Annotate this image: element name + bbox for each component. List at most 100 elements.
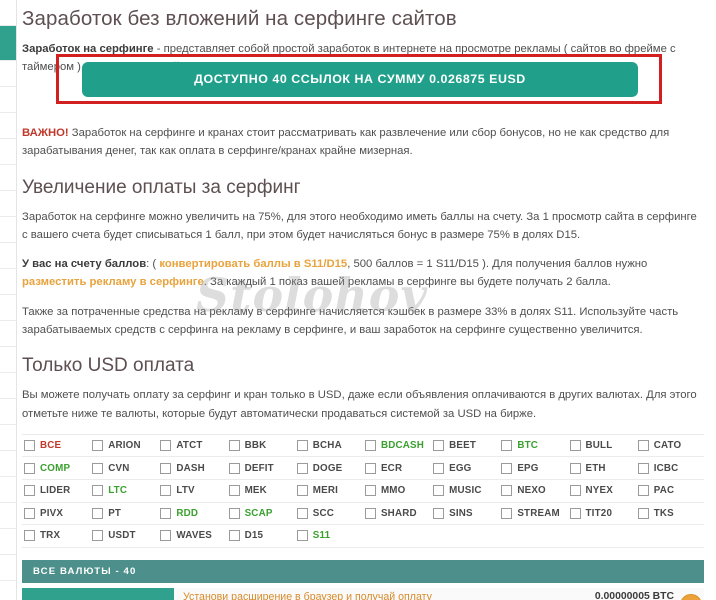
currency-cell-ltc[interactable]: LTC	[90, 485, 158, 497]
currency-cell-music[interactable]: MUSIC	[431, 485, 499, 497]
currency-cell-shard[interactable]: SHARD	[363, 507, 431, 519]
currency-cell-ecr[interactable]: ECR	[363, 462, 431, 474]
currency-cell-egg[interactable]: EGG	[431, 462, 499, 474]
currency-cell-pivx[interactable]: PIVX	[22, 507, 90, 519]
checkbox-bdcash[interactable]	[364, 440, 376, 452]
checkbox-music[interactable]	[433, 485, 445, 497]
currency-cell-bdcash[interactable]: BDCASH	[363, 440, 431, 452]
checkbox-tks[interactable]	[637, 507, 649, 519]
currency-cell-pt[interactable]: PT	[90, 507, 158, 519]
currency-cell-atct[interactable]: ATCT	[158, 440, 226, 452]
checkbox-meri[interactable]	[296, 485, 308, 497]
checkbox-atct[interactable]	[160, 440, 172, 452]
checkbox-stream[interactable]	[501, 507, 513, 519]
checkbox-waves[interactable]	[160, 530, 172, 542]
currency-label: BCHA	[312, 440, 342, 452]
checkbox-cvn[interactable]	[92, 462, 104, 474]
available-links-button[interactable]: ДОСТУПНО 40 ССЫЛОК НА СУММУ 0.026875 EUS…	[82, 62, 638, 97]
checkbox-epg[interactable]	[501, 462, 513, 474]
checkbox-rdd[interactable]	[160, 507, 172, 519]
currency-cell-doge[interactable]: DOGE	[295, 462, 363, 474]
checkbox-scc[interactable]	[296, 507, 308, 519]
currency-cell-epg[interactable]: EPG	[499, 462, 567, 474]
currency-cell-stream[interactable]: STREAM	[499, 507, 567, 519]
checkbox-dash[interactable]	[160, 462, 172, 474]
checkbox-cato[interactable]	[637, 440, 649, 452]
rail-chip	[0, 529, 16, 555]
checkbox-bcha[interactable]	[296, 440, 308, 452]
currency-cell-bull[interactable]: BULL	[568, 440, 636, 452]
currency-cell-ltv[interactable]: LTV	[158, 485, 226, 497]
currency-cell-scap[interactable]: SCAP	[227, 507, 295, 519]
currency-cell-nexo[interactable]: NEXO	[499, 485, 567, 497]
currency-cell-beet[interactable]: BEET	[431, 440, 499, 452]
checkbox-s11[interactable]	[296, 530, 308, 542]
currency-cell-scc[interactable]: SCC	[295, 507, 363, 519]
checkbox-trx[interactable]	[24, 530, 35, 542]
checkbox-btc[interactable]	[501, 440, 513, 452]
currency-cell-usdt[interactable]: USDT	[90, 530, 158, 542]
currency-cell-icbc[interactable]: ICBC	[636, 462, 704, 474]
currency-cell-cvn[interactable]: CVN	[90, 462, 158, 474]
currency-cell-arion[interactable]: ARION	[90, 440, 158, 452]
currency-cell-trx[interactable]: TRX	[22, 530, 90, 542]
currency-cell-comp[interactable]: COMP	[22, 462, 90, 474]
checkbox-sins[interactable]	[433, 507, 445, 519]
currency-cell-meri[interactable]: MERI	[295, 485, 363, 497]
checkbox-mek[interactable]	[228, 485, 240, 497]
checkbox-d15[interactable]	[228, 530, 240, 542]
currency-cell-nyex[interactable]: NYEX	[568, 485, 636, 497]
checkbox-doge[interactable]	[296, 462, 308, 474]
convert-points-link[interactable]: конвертировать баллы в S11/D15	[159, 258, 347, 270]
currency-cell-btc[interactable]: BTC	[499, 440, 567, 452]
currency-cell-rdd[interactable]: RDD	[158, 507, 226, 519]
checkbox-pt[interactable]	[92, 507, 104, 519]
checkbox-pac[interactable]	[637, 485, 649, 497]
checkbox-bbk[interactable]	[228, 440, 240, 452]
currency-cell-waves[interactable]: WAVES	[158, 530, 226, 542]
checkbox-usdt[interactable]	[92, 530, 104, 542]
offer-row[interactable]: VIP5 сек5791 Установи расширение в браузе…	[22, 587, 704, 600]
currency-cell-sins[interactable]: SINS	[431, 507, 499, 519]
checkbox-icbc[interactable]	[637, 462, 649, 474]
checkbox-pivx[interactable]	[24, 507, 35, 519]
place-ad-link[interactable]: разместить рекламу в серфинге	[22, 276, 204, 288]
currency-cell-s11[interactable]: S11	[295, 530, 363, 542]
currency-cell-bcha[interactable]: BCHA	[295, 440, 363, 452]
checkbox-bce[interactable]	[24, 440, 35, 452]
currency-cell-mmo[interactable]: MMO	[363, 485, 431, 497]
checkbox-ecr[interactable]	[364, 462, 376, 474]
rail-chip	[0, 191, 16, 217]
checkbox-egg[interactable]	[433, 462, 445, 474]
currency-cell-bbk[interactable]: BBK	[227, 440, 295, 452]
currency-cell-lider[interactable]: LIDER	[22, 485, 90, 497]
currency-cell-tit20[interactable]: TIT20	[568, 507, 636, 519]
currency-cell-dash[interactable]: DASH	[158, 462, 226, 474]
currency-cell-cato[interactable]: CATO	[636, 440, 704, 452]
currency-cell-eth[interactable]: ETH	[568, 462, 636, 474]
checkbox-eth[interactable]	[569, 462, 581, 474]
checkbox-scap[interactable]	[228, 507, 240, 519]
all-currencies-bar[interactable]: ВСЕ ВАЛЮТЫ - 40	[22, 559, 704, 583]
currency-cell-bce[interactable]: BCE	[22, 440, 90, 452]
checkbox-ltv[interactable]	[160, 485, 172, 497]
checkbox-tit20[interactable]	[569, 507, 581, 519]
checkbox-beet[interactable]	[433, 440, 445, 452]
checkbox-defit[interactable]	[228, 462, 240, 474]
checkbox-arion[interactable]	[92, 440, 104, 452]
currency-cell-pac[interactable]: PAC	[636, 485, 704, 497]
checkbox-ltc[interactable]	[92, 485, 104, 497]
checkbox-shard[interactable]	[364, 507, 376, 519]
currency-cell-defit[interactable]: DEFIT	[227, 462, 295, 474]
checkbox-mmo[interactable]	[364, 485, 376, 497]
checkbox-comp[interactable]	[24, 462, 35, 474]
checkbox-bull[interactable]	[569, 440, 581, 452]
currency-cell-tks[interactable]: TKS	[636, 507, 704, 519]
checkbox-nexo[interactable]	[501, 485, 513, 497]
checkbox-lider[interactable]	[24, 485, 35, 497]
checkbox-nyex[interactable]	[569, 485, 581, 497]
currency-label: D15	[244, 530, 264, 542]
currency-cell-mek[interactable]: MEK	[227, 485, 295, 497]
currency-cell-d15[interactable]: D15	[227, 530, 295, 542]
offer-title-link[interactable]: Установи расширение в браузер и получай …	[183, 590, 595, 600]
